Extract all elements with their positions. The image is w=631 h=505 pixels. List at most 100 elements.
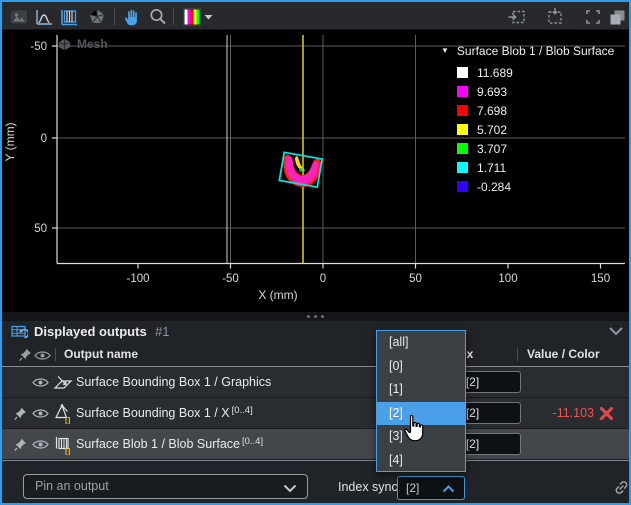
chevron-up-icon: [442, 485, 455, 493]
y-axis-label: Y (mm): [3, 122, 17, 161]
chevron-down-icon: [608, 326, 624, 336]
chevron-down-icon: [283, 484, 297, 493]
center-view-icon: [545, 7, 565, 27]
dropdown-item-1[interactable]: [1]: [377, 378, 465, 402]
graphics-type-icon: [53, 373, 73, 392]
toolbar-separator: [173, 8, 174, 25]
mesh-cube-icon: [58, 38, 71, 51]
displayed-outputs-panel: Displayed outputs #1 Output name Index V…: [2, 321, 629, 503]
snap-region-icon: [507, 7, 527, 27]
svg-text:-50: -50: [222, 273, 239, 285]
pin-column-icon[interactable]: [19, 348, 32, 362]
index-sync-label: Index sync: [338, 480, 398, 494]
legend-swatch: [457, 181, 468, 192]
output-name: Surface Bounding Box 1 / X[0..4]: [76, 406, 253, 420]
legend-swatch: [457, 124, 468, 135]
duplicate-view-button[interactable]: [606, 6, 628, 28]
output-value: -11.103: [502, 406, 594, 420]
panel-divider: [2, 460, 629, 461]
dropdown-item-4[interactable]: [4]: [377, 449, 465, 473]
magnifier-icon: [148, 7, 168, 27]
svg-text:[]: []: [65, 447, 71, 455]
application-window: -100 -50 0 50 100 150 -50 0 50 X (mm) Y …: [0, 0, 631, 505]
legend-swatch: [457, 143, 468, 154]
palette-dropdown-caret[interactable]: [202, 6, 214, 28]
zoom-tool-button[interactable]: [147, 6, 169, 28]
index-sync-combobox[interactable]: [2]: [397, 476, 465, 500]
profile-plot-button[interactable]: [33, 6, 55, 28]
column-output-name: Output name: [64, 347, 138, 361]
pan-hand-icon: [121, 7, 141, 27]
svg-text:0: 0: [320, 273, 326, 285]
pin-output-combobox[interactable]: Pin an output: [23, 474, 308, 499]
legend-entry: 9.693: [457, 82, 614, 101]
svg-text:[]: []: [65, 416, 71, 424]
fullscreen-button[interactable]: [582, 6, 604, 28]
column-value-color: Value / Color: [527, 347, 600, 361]
output-row-bbox-x[interactable]: [] Surface Bounding Box 1 / X[0..4] [2] …: [2, 398, 629, 429]
column-separator: [517, 348, 518, 361]
center-view-button[interactable]: [544, 6, 566, 28]
output-row-blob-surface[interactable]: [] Surface Blob 1 / Blob Surface[0..4] […: [2, 429, 629, 460]
index-sync-value: [2]: [406, 481, 419, 495]
color-palette-button[interactable]: [181, 6, 203, 28]
legend-title-row[interactable]: ▼ Surface Blob 1 / Blob Surface: [441, 42, 614, 59]
pinned-icon[interactable]: [14, 407, 27, 421]
pin-output-placeholder: Pin an output: [35, 479, 109, 493]
svg-text:150: 150: [591, 273, 610, 285]
visibility-eye-icon[interactable]: [32, 377, 49, 388]
dropdown-item-0[interactable]: [0]: [377, 355, 465, 379]
dropdown-item-all[interactable]: [all]: [377, 331, 465, 355]
blob-center-marker: [299, 168, 302, 171]
link-sync-icon[interactable]: [613, 479, 630, 496]
fullscreen-icon: [583, 7, 603, 27]
x-measurement-type-icon: []: [53, 403, 75, 424]
pinned-icon[interactable]: [14, 438, 27, 452]
hand-cursor: [401, 414, 427, 445]
legend-entry: 7.698: [457, 101, 614, 120]
plot-toolbar: [2, 2, 629, 30]
legend-swatch: [457, 105, 468, 116]
heatmap-view-icon: [59, 7, 79, 27]
toolbar-separator: [114, 8, 115, 25]
plot-legend: ▼ Surface Blob 1 / Blob Surface 11.689 9…: [441, 42, 614, 196]
displayed-outputs-icon: [11, 324, 28, 341]
legend-entry: 1.711: [457, 158, 614, 177]
panel-collapse-button[interactable]: [608, 326, 624, 336]
image-view-button[interactable]: [8, 6, 30, 28]
duplicate-view-icon: [607, 7, 627, 27]
column-separator: [55, 348, 56, 361]
x-axis-label: X (mm): [258, 288, 297, 302]
legend-collapse-icon: ▼: [441, 46, 449, 55]
visibility-eye-icon[interactable]: [32, 439, 49, 450]
color-palette-icon: [182, 7, 202, 27]
svg-text:50: 50: [34, 223, 47, 235]
blob-surface-type-icon: []: [53, 434, 75, 455]
visibility-eye-icon[interactable]: [32, 408, 49, 419]
caret-down-icon: [204, 14, 213, 20]
legend-swatch: [457, 162, 468, 173]
mesh-label: Mesh: [58, 37, 108, 51]
legend-swatch: [457, 86, 468, 97]
output-row-graphics[interactable]: Surface Bounding Box 1 / Graphics [2]: [2, 367, 629, 398]
snap-region-button[interactable]: [506, 6, 528, 28]
remove-output-button[interactable]: [599, 406, 614, 421]
index-dropdown-popup: [all] [0] [1] [2] [3] [4]: [376, 330, 466, 472]
output-name: Surface Blob 1 / Blob Surface[0..4]: [76, 437, 263, 451]
svg-text:100: 100: [498, 273, 517, 285]
panel-badge: #1: [155, 324, 169, 339]
eye-column-icon[interactable]: [34, 350, 51, 361]
svg-text:0: 0: [41, 133, 47, 145]
view-3d-button[interactable]: [86, 6, 108, 28]
svg-text:-100: -100: [126, 273, 149, 285]
legend-title: Surface Blob 1 / Blob Surface: [457, 44, 614, 58]
heatmap-view-button[interactable]: [58, 6, 80, 28]
legend-entry: 5.702: [457, 120, 614, 139]
pan-tool-button[interactable]: [120, 6, 142, 28]
column-header-row: Output name Index Value / Color: [2, 343, 629, 367]
legend-entry: 3.707: [457, 139, 614, 158]
legend-entry: 11.689: [457, 63, 614, 82]
horizontal-splitter[interactable]: [2, 312, 629, 321]
profile-plot-icon: [34, 7, 54, 27]
legend-swatch: [457, 67, 468, 78]
